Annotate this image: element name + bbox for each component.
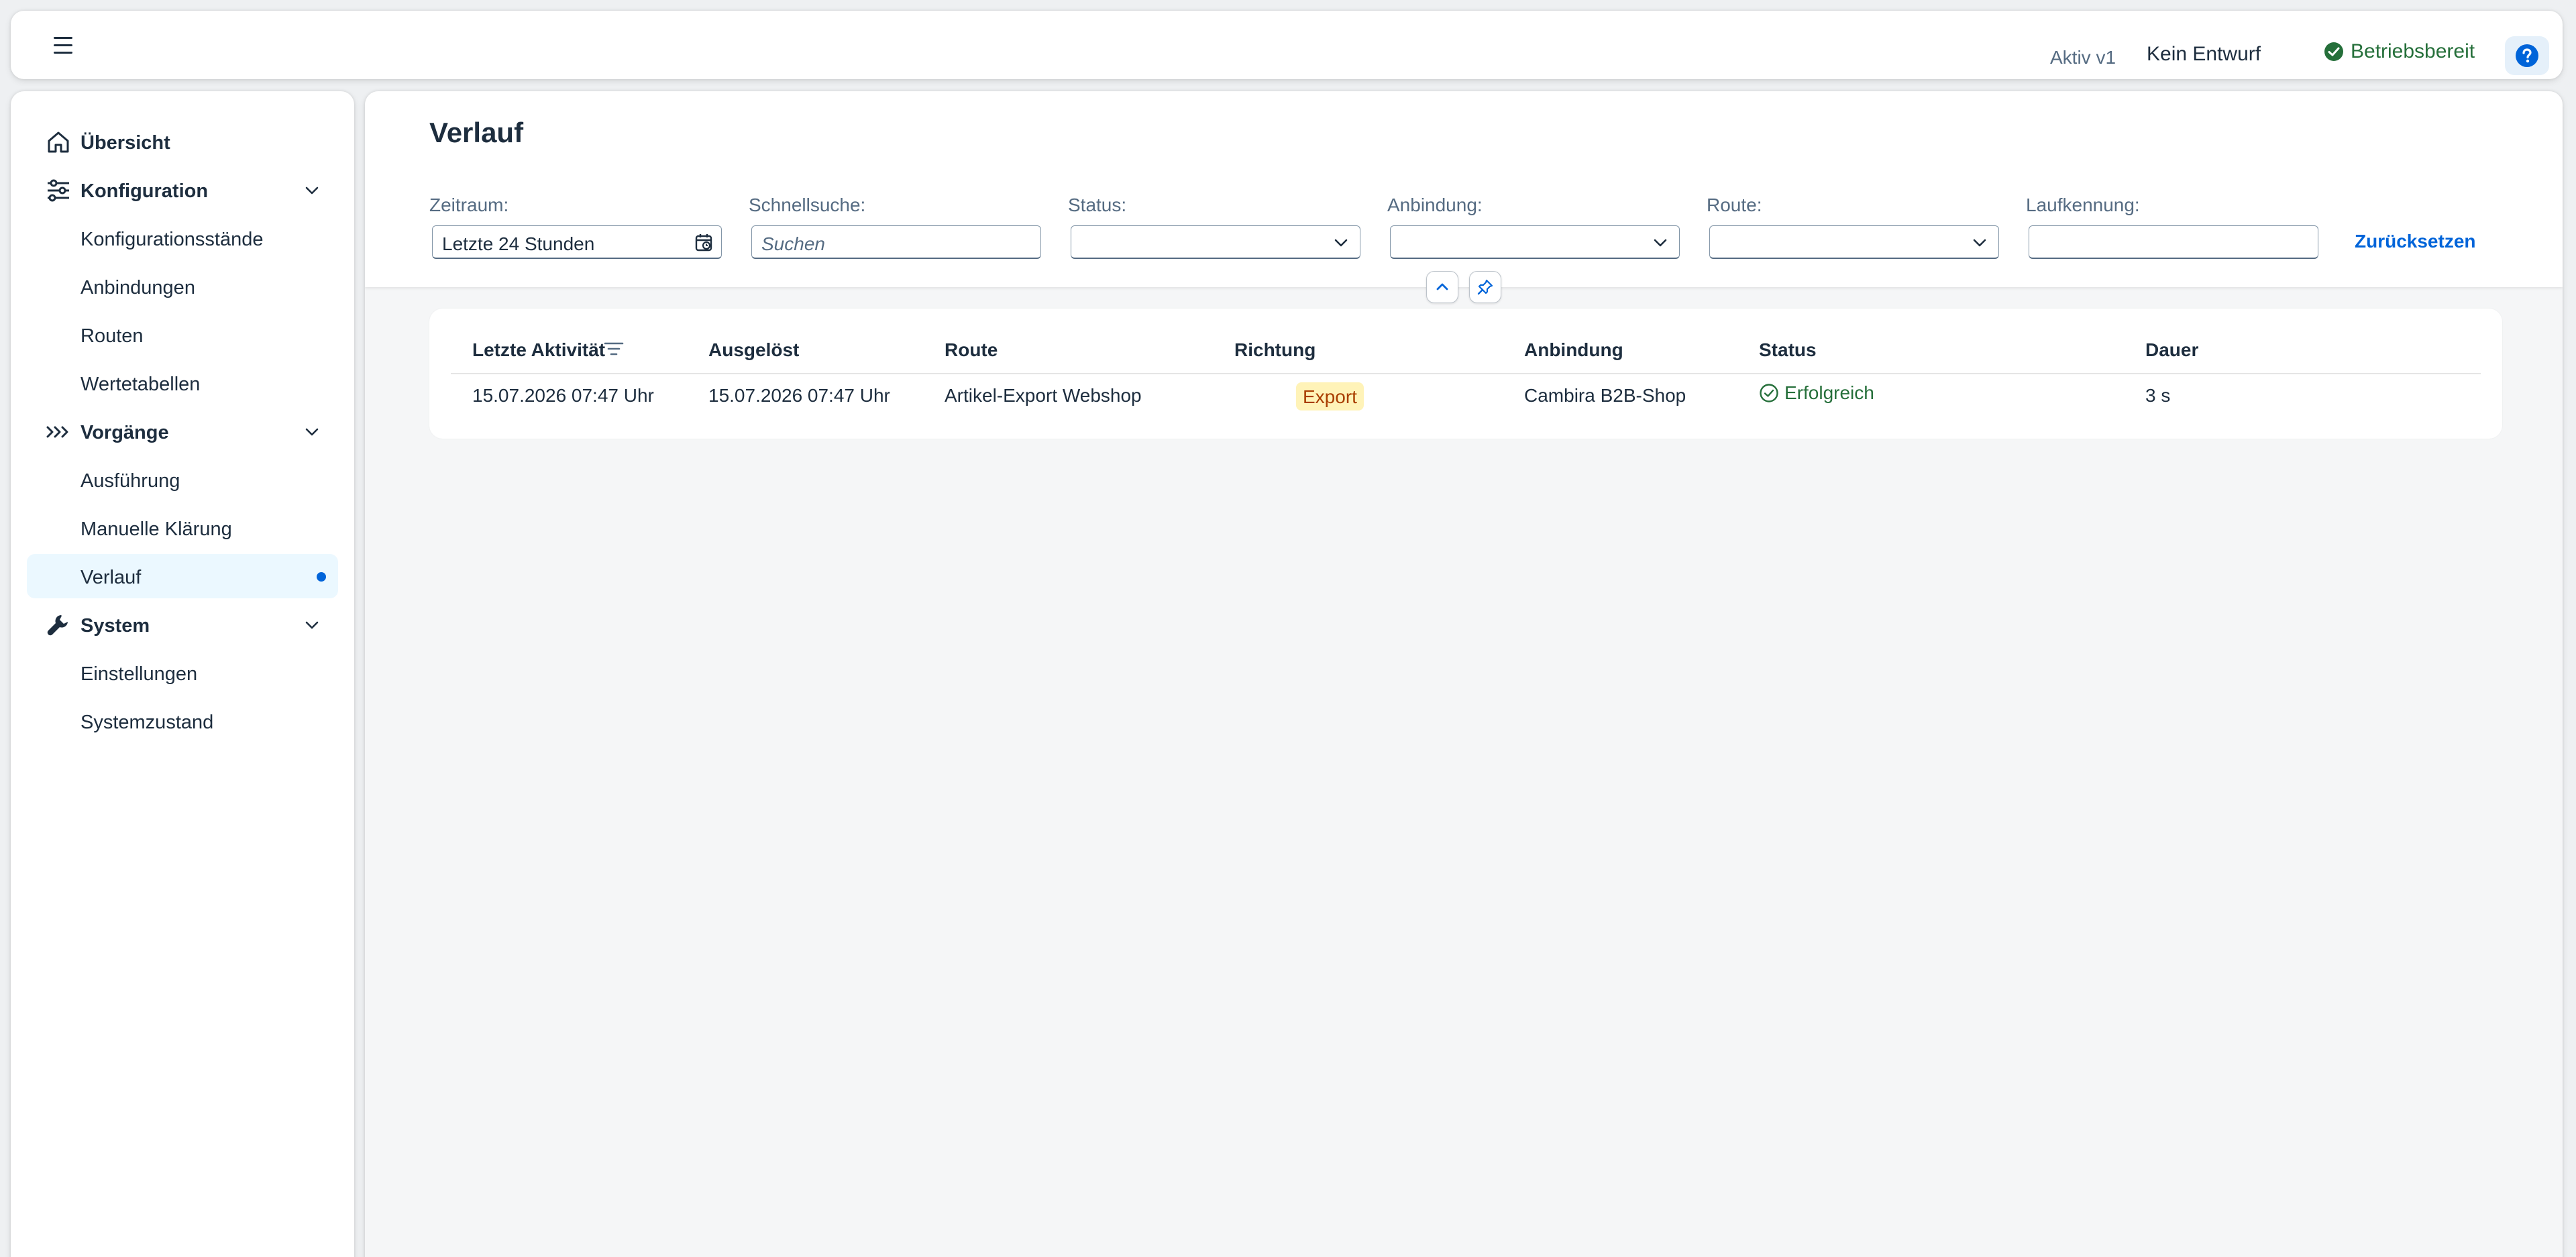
nav-item-label: Konfigurationsstände xyxy=(80,229,264,250)
nav-item-einstellungen[interactable]: Einstellungen xyxy=(27,651,338,695)
nav-item-ausfuehrung[interactable]: Ausführung xyxy=(27,457,338,502)
sliders-icon xyxy=(46,178,71,203)
filter-label: Laufkennung: xyxy=(2026,195,2140,215)
column-header-dauer[interactable]: Dauer xyxy=(2145,339,2198,361)
nav-item-label: Routen xyxy=(80,325,144,347)
nav-item-konfiguration[interactable]: Konfiguration xyxy=(27,168,338,212)
date-range-value: Letzte 24 Stunden xyxy=(442,233,595,254)
nav-item-label: Vorgänge xyxy=(80,422,169,443)
nav-item-vorgaenge[interactable]: Vorgänge xyxy=(27,409,338,453)
direction-badge: Export xyxy=(1296,382,1364,411)
draft-status-label: Kein Entwurf xyxy=(2147,43,2261,65)
success-check-icon xyxy=(2324,42,2344,62)
chevron-down-icon[interactable] xyxy=(303,182,321,199)
anbindung-select[interactable] xyxy=(1390,225,1680,259)
filter-anbindung: Anbindung: xyxy=(1387,195,1680,259)
home-icon xyxy=(46,129,71,155)
page-header: Verlauf Zeitraum: Letzte 24 Stunden Schn… xyxy=(365,91,2563,287)
nav-item-manuelle-klaerung[interactable]: Manuelle Klärung xyxy=(27,506,338,550)
collapse-header-button[interactable] xyxy=(1426,271,1458,303)
nav-item-label: Anbindungen xyxy=(80,277,195,298)
column-header-route[interactable]: Route xyxy=(945,339,998,361)
page-title: Verlauf xyxy=(429,117,524,148)
pin-icon xyxy=(1477,278,1494,296)
side-navigation: Übersicht Konfiguration Konfigurationsst… xyxy=(11,91,354,1257)
chevron-up-icon xyxy=(1434,279,1450,295)
nav-item-wertetabellen[interactable]: Wertetabellen xyxy=(27,361,338,405)
cell-letzte-aktivitaet: 15.07.2026 07:47 Uhr xyxy=(472,385,654,406)
cell-anbindung: Cambira B2B-Shop xyxy=(1524,385,1686,406)
selected-indicator-dot xyxy=(317,572,326,582)
active-version-label: Aktiv v1 xyxy=(2050,47,2116,68)
nav-item-konfigurationsstaende[interactable]: Konfigurationsstände xyxy=(27,216,338,260)
filter-schnellsuche: Schnellsuche: Suchen xyxy=(749,195,1041,259)
header-divider xyxy=(451,373,2481,374)
status-text: Erfolgreich xyxy=(1784,382,1874,403)
cell-route: Artikel-Export Webshop xyxy=(945,385,1142,406)
chevron-down-icon[interactable] xyxy=(303,423,321,441)
hamburger-menu-icon[interactable] xyxy=(48,36,79,56)
column-header-richtung[interactable]: Richtung xyxy=(1234,339,1316,361)
nav-item-system[interactable]: System xyxy=(27,602,338,647)
nav-item-label: Einstellungen xyxy=(80,663,198,685)
nav-item-verlauf[interactable]: Verlauf xyxy=(27,554,338,598)
filter-label: Status: xyxy=(1068,195,1127,215)
shell-bar: Aktiv v1 Kein Entwurf Betriebsbereit xyxy=(11,11,2563,79)
chevron-down-icon[interactable] xyxy=(1972,235,1988,251)
nav-item-label: Manuelle Klärung xyxy=(80,518,232,540)
run-id-input[interactable] xyxy=(2029,225,2318,259)
chevron-down-icon[interactable] xyxy=(303,616,321,634)
wrench-icon xyxy=(46,612,71,638)
filter-status: Status: xyxy=(1068,195,1360,259)
column-header-ausgeloest[interactable]: Ausgelöst xyxy=(708,339,799,361)
search-placeholder: Suchen xyxy=(761,233,825,254)
chevron-down-icon[interactable] xyxy=(1333,235,1349,251)
filter-laufkennung: Laufkennung: xyxy=(2026,195,2318,259)
pin-header-button[interactable] xyxy=(1469,271,1501,303)
system-status-badge: Betriebsbereit xyxy=(2324,40,2475,63)
nav-item-label: Ausführung xyxy=(80,470,180,492)
nav-item-label: Verlauf xyxy=(80,567,142,588)
filter-zeitraum: Zeitraum: Letzte 24 Stunden xyxy=(429,195,722,259)
column-header-anbindung[interactable]: Anbindung xyxy=(1524,339,1623,361)
cell-dauer: 3 s xyxy=(2145,385,2171,406)
help-question-icon xyxy=(2515,44,2539,68)
quick-search-input[interactable]: Suchen xyxy=(751,225,1041,259)
history-table: Letzte Aktivität Ausgelöst Route Richtun… xyxy=(429,309,2502,439)
chevrons-right-icon xyxy=(46,419,71,445)
success-circle-icon xyxy=(1759,383,1779,403)
main-content: Verlauf Zeitraum: Letzte 24 Stunden Schn… xyxy=(365,91,2563,1257)
filter-label: Anbindung: xyxy=(1387,195,1483,215)
help-button[interactable] xyxy=(2505,36,2549,75)
nav-item-label: Wertetabellen xyxy=(80,374,201,395)
calendar-icon[interactable] xyxy=(694,233,714,253)
nav-item-label: Übersicht xyxy=(80,132,170,154)
status-select[interactable] xyxy=(1071,225,1360,259)
nav-item-routen[interactable]: Routen xyxy=(27,313,338,357)
reset-filters-link[interactable]: Zurücksetzen xyxy=(2355,231,2476,252)
nav-item-anbindungen[interactable]: Anbindungen xyxy=(27,264,338,309)
filter-label: Zeitraum: xyxy=(429,195,509,215)
column-header-letzte-aktivitaet[interactable]: Letzte Aktivität xyxy=(472,339,605,361)
filter-label: Schnellsuche: xyxy=(749,195,866,215)
nav-item-uebersicht[interactable]: Übersicht xyxy=(27,119,338,164)
nav-item-label: Systemzustand xyxy=(80,712,214,733)
date-range-picker[interactable]: Letzte 24 Stunden xyxy=(432,225,722,259)
nav-item-label: System xyxy=(80,615,150,637)
nav-item-systemzustand[interactable]: Systemzustand xyxy=(27,699,338,743)
sort-descending-icon[interactable] xyxy=(604,341,624,357)
chevron-down-icon[interactable] xyxy=(1652,235,1668,251)
system-status-text: Betriebsbereit xyxy=(2351,40,2475,62)
nav-item-label: Konfiguration xyxy=(80,180,209,202)
cell-status: Erfolgreich xyxy=(1759,382,1874,404)
cell-ausgeloest: 15.07.2026 07:47 Uhr xyxy=(708,385,890,406)
column-header-status[interactable]: Status xyxy=(1759,339,1817,361)
route-select[interactable] xyxy=(1709,225,1999,259)
filter-label: Route: xyxy=(1707,195,1762,215)
filter-route: Route: xyxy=(1707,195,1999,259)
